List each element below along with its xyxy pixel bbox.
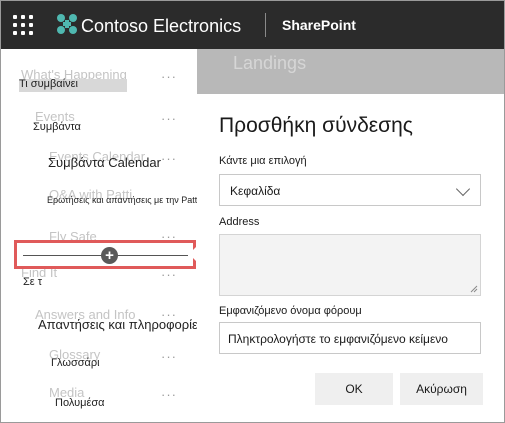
add-link-insertion-bar[interactable]: +	[14, 240, 196, 269]
address-field[interactable]	[219, 234, 481, 296]
panel-title: Προσθήκη σύνδεσης	[219, 114, 413, 137]
more-ellipsis-icon[interactable]: ···	[161, 387, 177, 402]
nav-item-se-t[interactable]: Σε τ	[23, 276, 42, 288]
more-ellipsis-icon[interactable]: ···	[161, 267, 177, 282]
choose-select-value: Κεφαλίδα	[230, 184, 281, 198]
display-name-placeholder: Πληκτρολογήστε το εμφανιζόμενο κείμενο	[228, 332, 448, 346]
sharepoint-window: Contoso Electronics SharePoint What's Ha…	[0, 0, 505, 423]
add-link-plus-icon[interactable]: +	[101, 247, 118, 264]
choose-label: Κάντε μια επιλογή	[219, 155, 307, 167]
display-name-input[interactable]: Πληκτρολογήστε το εμφανιζόμενο κείμενο	[219, 322, 481, 354]
waffle-icon[interactable]	[13, 15, 33, 35]
page-ghost-title: Landings	[233, 53, 307, 73]
add-link-panel: Προσθήκη σύνδεσης Κάντε μια επιλογή Κεφα…	[197, 94, 504, 422]
more-ellipsis-icon[interactable]: ···	[161, 349, 177, 364]
nav-item-apantiseis[interactable]: Απαντήσεις και πληροφορίες	[38, 317, 204, 332]
display-name-label: Εμφανιζόμενο όνομα φόρουμ	[219, 305, 362, 317]
nav-item-glossari[interactable]: Γλωσσάρι	[51, 357, 100, 369]
cancel-button[interactable]: Ακύρωση	[400, 373, 483, 405]
nav-item-polymesa[interactable]: Πολυμέσα	[55, 397, 105, 409]
address-label: Address	[219, 216, 260, 228]
nav-item-symvanta[interactable]: Συμβάντα	[33, 121, 81, 133]
app-name[interactable]: SharePoint	[282, 17, 356, 33]
choose-select[interactable]: Κεφαλίδα	[219, 174, 481, 206]
brand-name[interactable]: Contoso Electronics	[81, 16, 241, 37]
contoso-logo-icon	[57, 14, 77, 34]
ok-button[interactable]: OK	[315, 373, 393, 405]
suite-bar: Contoso Electronics SharePoint	[1, 1, 504, 49]
nav-item-qa-patti[interactable]: Ερωτήσεις και απαντήσεις με την Patti	[47, 195, 199, 205]
resize-grip-icon[interactable]	[470, 285, 478, 293]
more-ellipsis-icon[interactable]: ···	[161, 69, 177, 84]
left-navigation: What's Happening Τι συμβαίνει ··· Events…	[1, 49, 204, 422]
suite-divider	[265, 13, 266, 37]
more-ellipsis-icon[interactable]: ···	[161, 111, 177, 126]
more-ellipsis-icon[interactable]: ···	[161, 307, 177, 322]
chevron-down-icon[interactable]	[455, 181, 471, 197]
nav-item-ti-symvainei[interactable]: Τι συμβαίνει	[19, 78, 78, 90]
nav-item-symvanta-calendar[interactable]: Συμβάντα Calendar	[48, 155, 161, 170]
more-ellipsis-icon[interactable]: ···	[161, 151, 177, 166]
